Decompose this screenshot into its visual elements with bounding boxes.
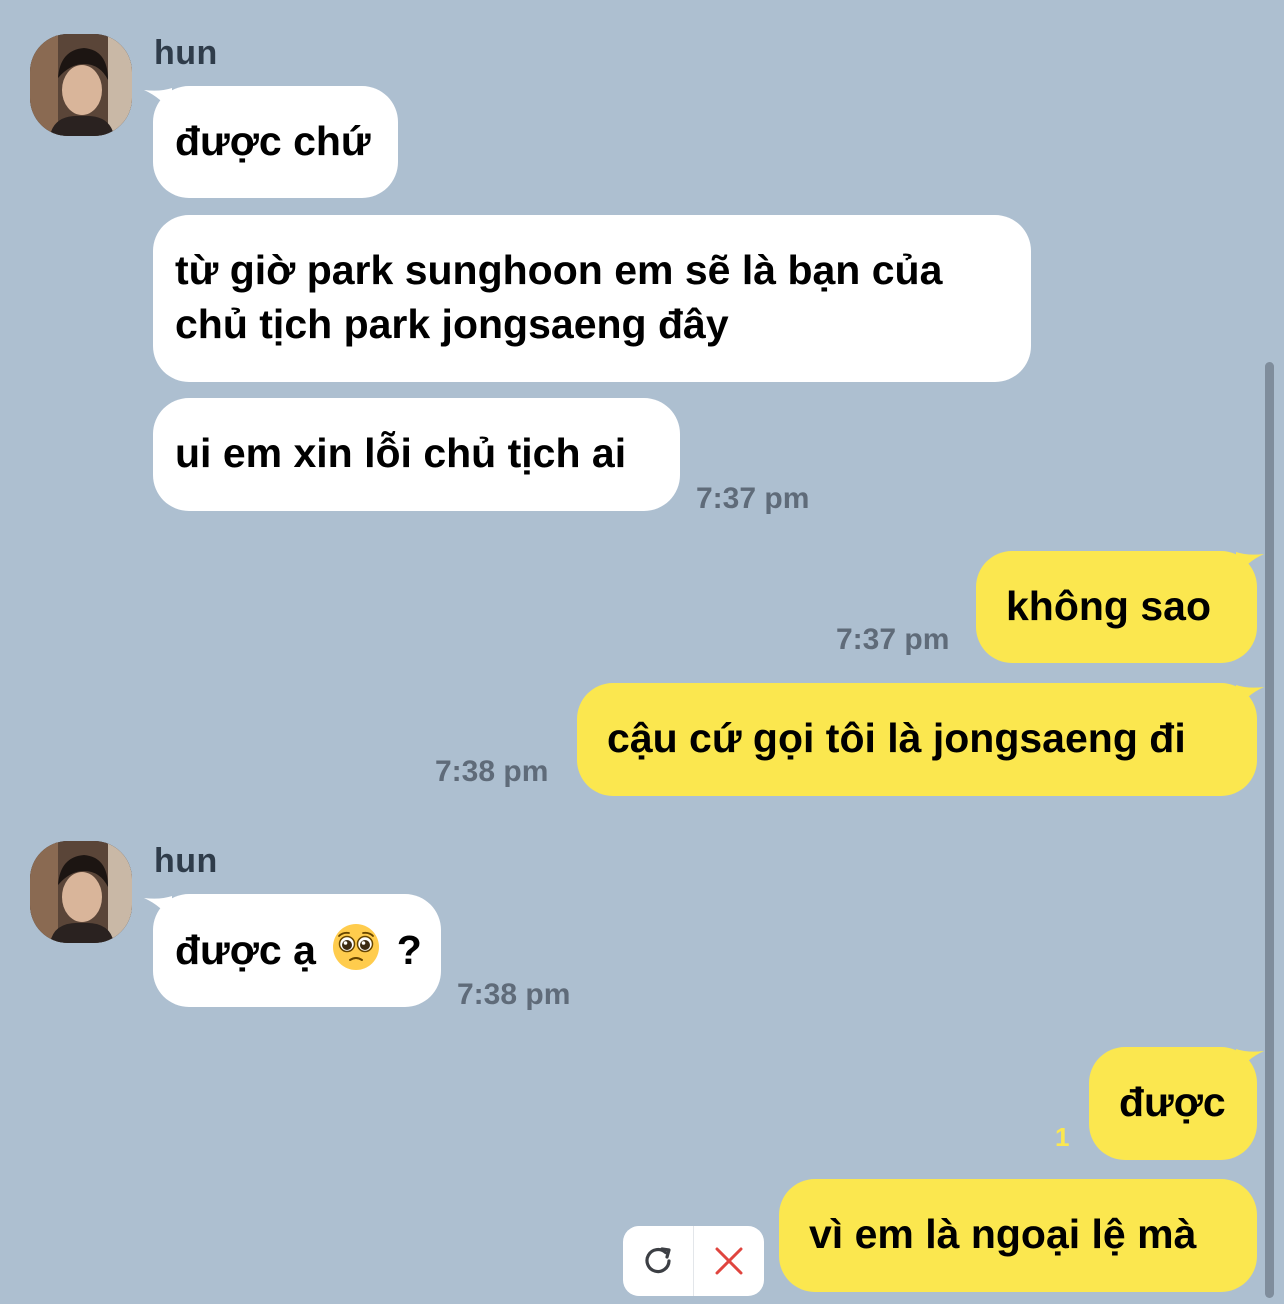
message-bubble-outgoing[interactable]: được — [1089, 1047, 1257, 1160]
message-text: vì em là ngoại lệ mà — [809, 1211, 1197, 1257]
delete-button[interactable] — [694, 1226, 764, 1296]
message-text: ui em xin lỗi chủ tịch ai — [175, 430, 627, 476]
message-text: được — [1119, 1079, 1226, 1125]
close-icon — [715, 1247, 743, 1275]
failed-message-actions — [623, 1226, 764, 1296]
message-timestamp: 7:38 pm — [435, 755, 549, 788]
message-text: không sao — [1006, 583, 1212, 629]
sender-name: hun — [154, 34, 218, 72]
unread-count: 1 — [1055, 1122, 1070, 1152]
pleading-face-emoji-icon — [333, 924, 380, 970]
message-text: được ạ — [175, 927, 316, 973]
scrollbar[interactable] — [1265, 362, 1274, 1298]
message-bubble-incoming[interactable]: được chứ — [153, 86, 398, 198]
message-bubble-incoming[interactable]: ui em xin lỗi chủ tịch ai — [153, 398, 680, 511]
message-text-line: từ giờ park sunghoon em sẽ là bạn của — [175, 247, 943, 293]
message-text-line: chủ tịch park jongsaeng đây — [175, 301, 729, 347]
retry-icon — [645, 1247, 671, 1274]
message-timestamp: 7:37 pm — [696, 482, 810, 515]
message-bubble-outgoing[interactable]: không sao — [976, 551, 1257, 663]
message-text: ? — [396, 927, 422, 973]
retry-button[interactable] — [623, 1226, 693, 1296]
message-bubble-outgoing[interactable]: cậu cứ gọi tôi là jongsaeng đi — [577, 683, 1257, 796]
message-timestamp: 7:38 pm — [457, 978, 571, 1011]
profile-photo-icon — [30, 34, 132, 136]
message-text: cậu cứ gọi tôi là jongsaeng đi — [607, 715, 1186, 761]
profile-photo-icon — [30, 841, 132, 943]
message-timestamp: 7:37 pm — [836, 623, 950, 656]
message-bubble-incoming[interactable]: từ giờ park sunghoon em sẽ là bạn của ch… — [153, 215, 1031, 382]
message-bubble-outgoing[interactable]: vì em là ngoại lệ mà — [779, 1179, 1257, 1292]
avatar[interactable] — [30, 841, 132, 943]
avatar[interactable] — [30, 34, 132, 136]
message-text: được chứ — [175, 118, 371, 164]
sender-name: hun — [154, 842, 218, 880]
message-bubble-incoming[interactable]: được ạ ? — [153, 894, 441, 1007]
